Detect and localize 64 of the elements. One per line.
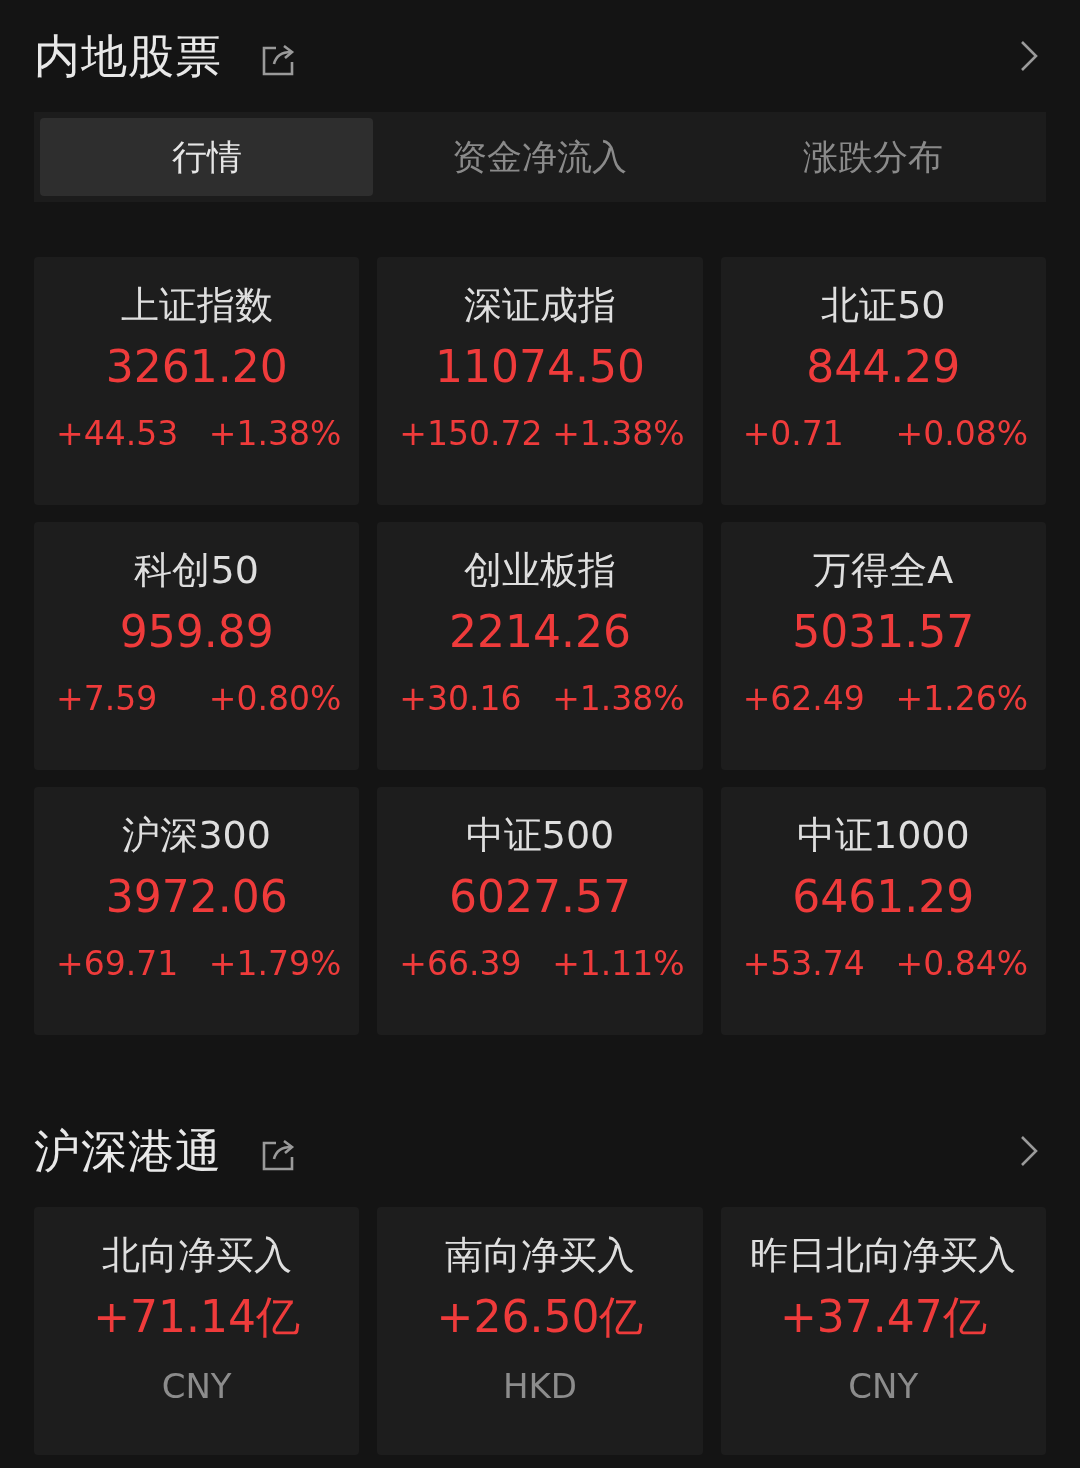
change-value: +30.16: [399, 678, 522, 720]
tab[interactable]: 行情: [40, 118, 374, 196]
index-value: 959.89: [119, 605, 274, 659]
index-name: 中证1000: [796, 812, 970, 859]
currency-label: CNY: [848, 1365, 919, 1408]
index-card[interactable]: 深证成指 11074.50 +150.72 +1.38%: [377, 257, 703, 505]
index-value: 3261.20: [105, 340, 288, 394]
change-percent: +1.38%: [208, 413, 342, 455]
change-value: +53.74: [742, 943, 865, 985]
index-card[interactable]: 上证指数 3261.20 +44.53 +1.38%: [34, 257, 360, 505]
change-value: +62.49: [742, 678, 865, 720]
flow-card[interactable]: 南向净买入 +26.50亿 HKD: [377, 1207, 703, 1455]
change-value: +7.59: [56, 678, 158, 720]
share-icon[interactable]: [260, 1137, 296, 1173]
index-name: 创业板指: [464, 547, 616, 594]
index-name: 北证50: [821, 282, 946, 329]
index-name: 中证500: [465, 812, 615, 859]
flow-value: +37.47亿: [779, 1290, 987, 1344]
index-name: 深证成指: [464, 282, 616, 329]
change-value: +69.71: [56, 943, 179, 985]
index-name: 沪深300: [122, 812, 271, 859]
index-value: 3972.06: [105, 870, 288, 924]
flow-card[interactable]: 昨日北向净买入 +37.47亿 CNY: [720, 1207, 1046, 1455]
section-title: 内地股票: [34, 27, 222, 85]
change-value: +44.53: [56, 413, 179, 455]
share-icon[interactable]: [260, 42, 296, 78]
change-value: +66.39: [399, 943, 522, 985]
flow-card[interactable]: 北向净买入 +71.14亿 CNY: [34, 1207, 360, 1455]
change-percent: +1.38%: [552, 678, 685, 720]
change-percent: +1.11%: [552, 943, 685, 985]
index-value: 11074.50: [435, 340, 645, 394]
index-name: 上证指数: [120, 282, 273, 329]
change-percent: +1.38%: [552, 413, 685, 455]
tab[interactable]: 涨跌分布: [706, 118, 1040, 196]
index-card[interactable]: 沪深300 3972.06 +69.71 +1.79%: [34, 787, 360, 1035]
index-value: 6027.57: [449, 870, 631, 924]
currency-label: HKD: [502, 1365, 577, 1408]
tab[interactable]: 资金净流入: [373, 118, 707, 196]
flow-value: +26.50亿: [436, 1290, 644, 1344]
change-percent: +1.26%: [895, 678, 1028, 720]
flow-value: +71.14亿: [93, 1290, 301, 1344]
change-percent: +0.80%: [208, 678, 342, 720]
index-value: 2214.26: [449, 605, 631, 659]
change-percent: +1.79%: [208, 943, 342, 985]
currency-label: CNY: [161, 1365, 232, 1408]
index-card[interactable]: 创业板指 2214.26 +30.16 +1.38%: [377, 522, 703, 770]
flow-name: 南向净买入: [445, 1232, 635, 1279]
change-percent: +0.08%: [895, 413, 1028, 455]
index-card[interactable]: 中证1000 6461.29 +53.74 +0.84%: [720, 787, 1046, 1035]
index-name: 科创50: [134, 547, 259, 594]
index-name: 万得全A: [813, 547, 954, 594]
change-value: +0.71: [742, 413, 844, 455]
index-value: 844.29: [806, 340, 961, 394]
index-card[interactable]: 北证50 844.29 +0.71 +0.08%: [720, 257, 1046, 505]
index-value: 5031.57: [792, 605, 975, 659]
flow-name: 昨日北向净买入: [750, 1232, 1017, 1279]
index-card[interactable]: 万得全A 5031.57 +62.49 +1.26%: [720, 522, 1046, 770]
index-card[interactable]: 科创50 959.89 +7.59 +0.80%: [34, 522, 360, 770]
change-value: +150.72: [399, 413, 543, 455]
flow-name: 北向净买入: [101, 1232, 292, 1279]
index-value: 6461.29: [792, 870, 975, 924]
index-card[interactable]: 中证500 6027.57 +66.39 +1.11%: [377, 787, 703, 1035]
section-title: 沪深港通: [34, 1122, 222, 1180]
change-percent: +0.84%: [895, 943, 1028, 985]
